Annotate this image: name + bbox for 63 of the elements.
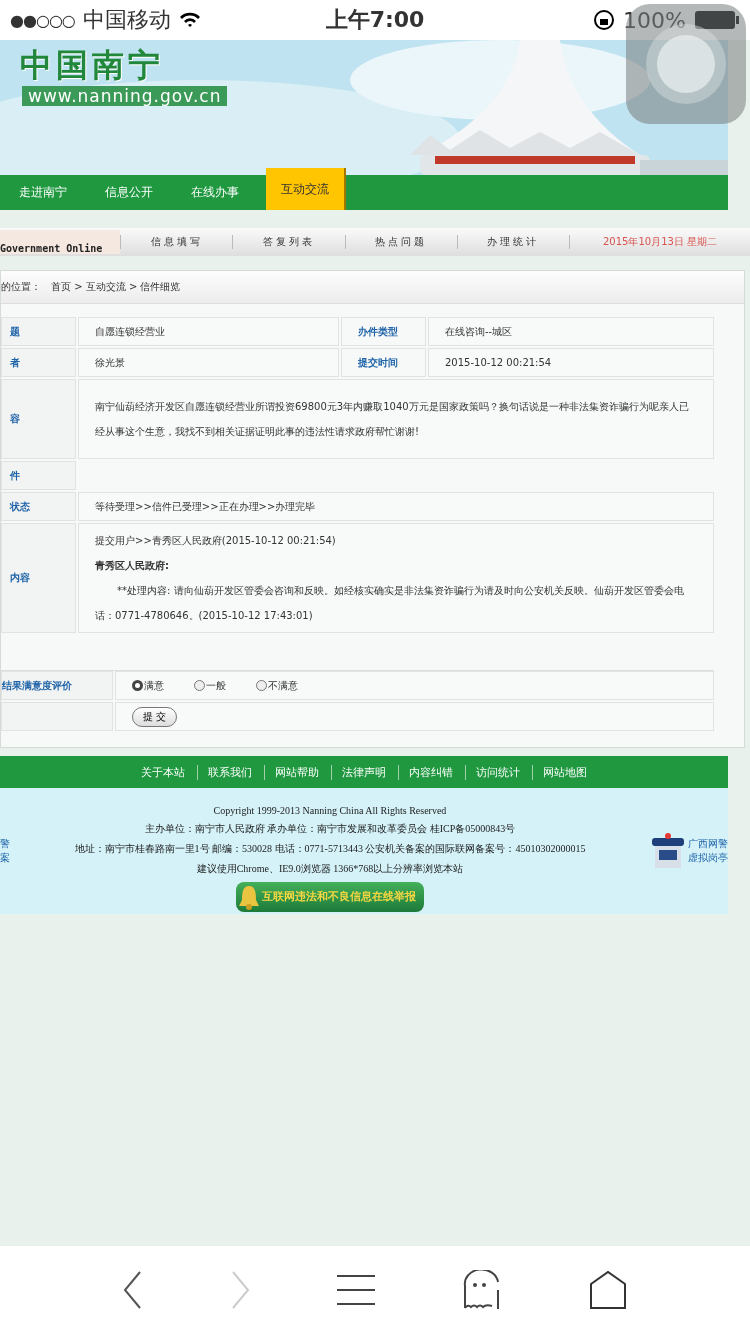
- table-cell: 自愿连锁经营业: [78, 317, 339, 346]
- carrier-name: 中国移动: [82, 6, 171, 34]
- breadcrumb: 首页 > 互动交流 > 信件细览: [51, 280, 181, 294]
- table-cell: 等待受理>>信件已受理>>正在办理>>办理完毕: [78, 492, 714, 521]
- footer-link[interactable]: 关于本站: [137, 764, 189, 780]
- home-icon[interactable]: [588, 1270, 627, 1310]
- subnav-link[interactable]: 答复列表: [232, 235, 345, 249]
- rating-radio[interactable]: 不满意: [256, 678, 298, 693]
- bell-icon: [238, 883, 260, 910]
- reply-route: 提交用户>>青秀区人民政府(2015-10-12 00:21:54): [95, 534, 337, 548]
- table-cell: 徐光景: [78, 348, 339, 377]
- footer-link[interactable]: 内容纠错: [398, 764, 457, 780]
- footer-link[interactable]: 法律声明: [331, 764, 390, 780]
- field-label: 者: [1, 348, 76, 377]
- field-label: 状态: [1, 492, 76, 521]
- nav-tab[interactable]: 走进南宁: [0, 175, 86, 210]
- signal-strength: ●●○○○: [10, 10, 75, 30]
- nav-tab[interactable]: 互动交流: [266, 168, 344, 210]
- field-label: 提交时间: [341, 348, 426, 377]
- nav-tab[interactable]: 在线办事: [172, 175, 258, 210]
- badge-text: 警: [0, 837, 10, 851]
- reply-text: **处理内容: 请向仙葫开发区管委会咨询和反映。如经核实确实是非法集资诈骗行为请及时向公安机关反映。仙葫开发区管委会电话：0771-4780646。(2015-10-12 17:43:01): [95, 584, 685, 623]
- badge-text: 案: [0, 851, 10, 865]
- field-label: 件: [1, 461, 76, 490]
- footer-link[interactable]: 访问统计: [465, 764, 524, 780]
- reply-sender: 青秀区人民政府:: [95, 559, 170, 573]
- footer-link[interactable]: 网站地图: [532, 764, 591, 780]
- footer-text: 地址：南宁市桂春路南一里1号 邮编：530028 电话：0771-5713443 公安机关备案的国际联网备案号：45010302000015: [74, 841, 586, 856]
- footer-text: 建议使用Chrome、IE9.0浏览器 1366*768以上分辨率浏览本站: [196, 861, 464, 876]
- footer-text: Copyright 1999-2013 Nanning China All Rights Reserved: [213, 804, 447, 816]
- field-label: 容: [1, 379, 76, 459]
- rating-radio[interactable]: 一般: [194, 678, 226, 693]
- battery-icon: [694, 10, 740, 30]
- table-cell: 2015-10-12 00:21:54: [428, 348, 714, 377]
- assistive-touch-button[interactable]: [626, 4, 746, 124]
- field-label: 办件类型: [341, 317, 426, 346]
- field-label: 内容: [1, 523, 76, 633]
- site-url: www.nanning.gov.cn: [22, 86, 228, 106]
- footer-link[interactable]: 网站帮助: [264, 764, 323, 780]
- field-label: 结果满意度评价: [1, 671, 113, 700]
- nav-tab[interactable]: 信息公开: [86, 175, 172, 210]
- footer-link[interactable]: 联系我们: [197, 764, 256, 780]
- rating-radio[interactable]: 满意: [132, 678, 164, 693]
- back-icon[interactable]: [123, 1270, 144, 1310]
- menu-icon[interactable]: [335, 1274, 376, 1306]
- table-cell: 在线咨询--城区: [428, 317, 714, 346]
- rotation-lock-icon: [593, 9, 616, 31]
- subnav-link[interactable]: 热点问题: [344, 235, 457, 249]
- letter-content: 南宁仙葫经济开发区自愿连锁经营业所谓投资69800元3年内赚取1040万元是国家政策吗？换句话说是一种非法集资诈骗行为呢亲人已经从事这个生意，我找不到相关证据证明此事的违法性请求政府帮忙谢谢!: [78, 379, 714, 459]
- clock: 上午7:00: [325, 6, 425, 34]
- field-label: 题: [1, 317, 76, 346]
- site-logo: 中国南宁: [20, 45, 164, 86]
- subnav-link[interactable]: 办理统计: [456, 235, 569, 249]
- breadcrumb-label: 的位置：: [1, 280, 41, 294]
- wifi-icon: [178, 12, 201, 28]
- badge-link[interactable]: 虚拟岗亭: [688, 851, 728, 865]
- submit-button[interactable]: 提 交: [132, 706, 178, 727]
- subnav-link[interactable]: 信息填写: [120, 235, 233, 249]
- police-booth-icon: [650, 832, 686, 870]
- badge-link[interactable]: 广西网警: [688, 837, 728, 851]
- footer-text: 主办单位：南宁市人民政府 承办单位：南宁市发展和改革委员会 桂ICP备05000843号: [144, 821, 516, 836]
- date-text: 2015年10月13日 星期二: [569, 235, 750, 249]
- government-online-badge: Government Online: [0, 230, 120, 254]
